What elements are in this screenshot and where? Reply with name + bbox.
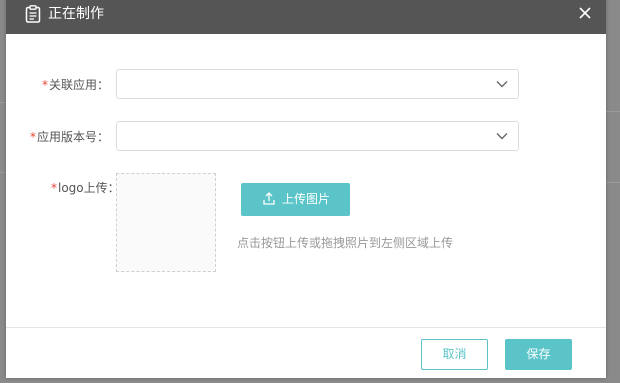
version-label: *应用版本号： [30,129,109,145]
production-dialog: 正在制作 *关联应用： *应用版本号： *logo上传： 上传图片 点击按钮上传… [6,0,606,378]
background-divider [606,182,620,183]
app-label: *关联应用： [42,77,109,93]
chevron-down-icon [496,81,508,88]
upload-image-button[interactable]: 上传图片 [241,183,350,216]
chevron-down-icon [496,133,508,140]
logo-label-text: logo上传： [58,181,120,195]
required-mark: * [51,181,57,195]
background-divider [606,111,620,112]
app-select[interactable] [116,69,519,99]
save-button[interactable]: 保存 [505,339,572,370]
dialog-title: 正在制作 [48,6,104,22]
required-mark: * [30,130,36,144]
logo-label: *logo上传： [51,180,120,196]
logo-drop-area[interactable] [116,173,216,272]
app-label-text: 关联应用： [49,78,110,92]
footer-divider [6,327,606,328]
required-mark: * [42,78,48,92]
cancel-button[interactable]: 取消 [421,339,488,370]
upload-icon [263,192,275,205]
upload-hint: 点击按钮上传或拖拽照片到左侧区域上传 [237,236,454,250]
dialog-header: 正在制作 [6,0,606,34]
document-icon [25,5,41,23]
version-label-text: 应用版本号： [37,130,110,144]
upload-button-label: 上传图片 [282,192,331,206]
close-icon[interactable] [578,6,592,20]
version-select[interactable] [116,121,519,151]
